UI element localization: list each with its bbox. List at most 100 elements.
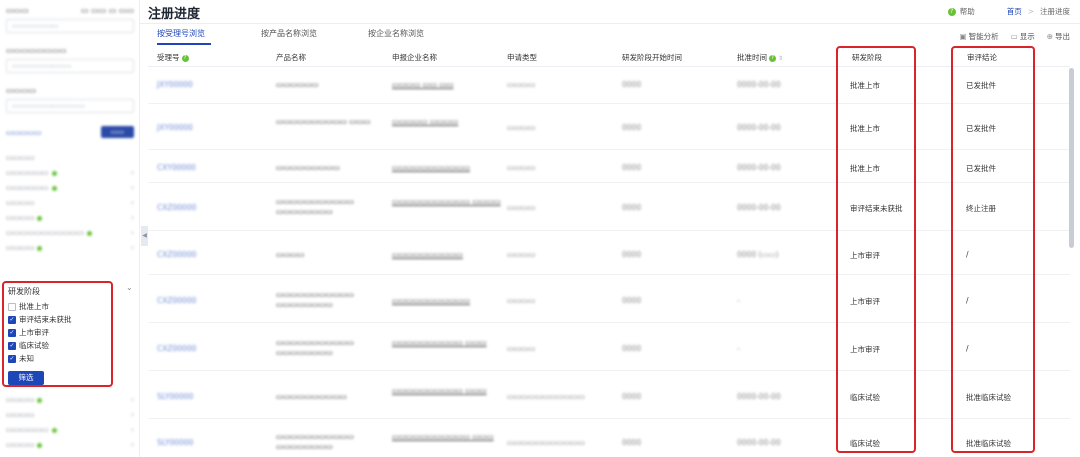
stage-start-cell: 0000: [622, 296, 642, 305]
active-tab-indicator: [157, 43, 211, 45]
stage-start-cell: 0000: [622, 250, 642, 259]
conclusion-cell: /: [966, 250, 969, 259]
table-row[interactable]: SLY00000 ▭▭▭▭▭▭▭▭▭▭▭ ▭▭▭▭▭▭▭▭ ▭▭▭▭▭▭▭▭▭▭…: [148, 419, 1070, 457]
enterprise-cell[interactable]: ▭▭▭▭▭▭▭▭▭▭: [392, 250, 502, 260]
stage-filter-title: 研发阶段: [8, 287, 40, 296]
sidebar-product-name-filter: ▭▭▭ ▭ ▭▭ ▭ ▭▭ ▭▭▭▭▭▭▭: [6, 6, 134, 33]
sidebar-collapse-icon[interactable]: ◀: [141, 226, 148, 246]
sidebar-blurred-groups: ▭▭▭▭ ▭▭▭▭▭▭ › ▭▭▭▭▭▭ › ▭▭▭▭ › ▭▭▭▭ › ▭▭▭▭▭▭▭…: [6, 150, 134, 255]
table-row[interactable]: CXZ00000 ▭▭▭▭▭▭▭▭▭▭▭ ▭▭▭▭▭▭▭▭ ▭▭▭▭▭▭▭▭▭▭…: [148, 275, 1070, 323]
enterprise-cell[interactable]: ▭▭▭▭▭▭▭▭▭▭▭ ▭▭▭: [392, 432, 502, 442]
col-accept-no[interactable]: 受理号?: [157, 52, 189, 63]
export-button[interactable]: ⊕ 导出: [1047, 31, 1070, 42]
table-row[interactable]: JXY00000 ▭▭▭▭▭▭▭▭▭▭ ▭▭▭ ▭▭▭▭▭ ▭▭▭▭ ▭▭▭▭ …: [148, 104, 1070, 150]
table-scrollbar[interactable]: [1069, 68, 1074, 248]
chevron-down-icon[interactable]: ⌄: [126, 283, 133, 292]
enterprise-cell[interactable]: ▭▭▭▭▭ ▭▭▭▭: [392, 117, 502, 127]
checkbox-icon[interactable]: [8, 302, 16, 311]
tab-by-enterprise[interactable]: 按企业名称浏览: [368, 28, 424, 39]
product-cell: ▭▭▭▭▭▭▭▭▭▭: [276, 392, 347, 401]
sidebar-group[interactable]: ▭▭▭▭ ›: [6, 195, 134, 210]
filter-button[interactable]: 筛选: [8, 371, 44, 385]
col-conclusion: 审评结论: [967, 53, 997, 62]
sidebar-accept-no-input[interactable]: ▭▭▭▭▭▭▭▭▭: [6, 59, 134, 73]
approve-time-cell: 0000 (▭▭): [737, 250, 779, 259]
sidebar-group[interactable]: ▭▭▭▭ ›: [6, 437, 134, 452]
stage-start-cell: 0000: [622, 163, 642, 172]
accept-no-cell[interactable]: CXZ00000: [157, 344, 196, 353]
checkbox-checked-icon[interactable]: ✓: [8, 328, 16, 337]
sidebar-search-button[interactable]: ▭▭: [100, 126, 134, 138]
table-header: 受理号? 产品名称 申报企业名称 申请类型 研发阶段开始时间 批准时间? ⇕ 研发…: [148, 46, 1070, 67]
sidebar-group[interactable]: ▭▭▭▭ ›: [6, 392, 134, 407]
stage-option[interactable]: 批准上市: [8, 301, 49, 312]
tab-by-product[interactable]: 按产品名称浏览: [261, 28, 317, 39]
stage-option[interactable]: ✓ 未知: [8, 353, 34, 364]
help-icon[interactable]: ?: [947, 7, 956, 16]
sidebar-group[interactable]: ▭▭▭▭▭▭ ›: [6, 165, 134, 180]
product-cell: ▭▭▭▭▭▭▭▭▭▭▭ ▭▭▭▭▭▭▭▭: [276, 290, 354, 309]
stage-cell: 批准上市: [850, 164, 880, 173]
col-approve-time[interactable]: 批准时间? ⇕: [737, 52, 783, 63]
enterprise-cell[interactable]: ▭▭▭▭▭▭▭▭▭▭▭ ▭▭▭▭: [392, 197, 502, 207]
conclusion-cell: /: [966, 296, 969, 305]
accept-no-cell[interactable]: CXZ00000: [157, 250, 196, 259]
stage-cell: 批准上市: [850, 81, 880, 90]
product-cell: ▭▭▭▭: [276, 250, 305, 259]
sidebar-product-name-input[interactable]: ▭▭▭▭▭▭▭: [6, 19, 134, 33]
breadcrumb-home[interactable]: 首页: [1007, 6, 1022, 17]
enterprise-cell[interactable]: ▭▭▭▭▭▭▭▭▭▭▭: [392, 163, 502, 173]
accept-no-cell[interactable]: CXY00000: [157, 163, 196, 172]
sidebar-group[interactable]: ▭▭▭▭ ›: [6, 210, 134, 225]
product-cell: ▭▭▭▭▭▭▭▭▭▭▭ ▭▭▭▭▭▭▭▭: [276, 432, 354, 451]
sidebar-group[interactable]: ▭▭▭▭ ›: [6, 240, 134, 255]
col-apply-type: 申请类型: [507, 53, 537, 62]
sidebar-group[interactable]: ▭▭▭▭▭▭ ›: [6, 422, 134, 437]
stage-cell: 临床试验: [850, 393, 880, 402]
enterprise-cell[interactable]: ▭▭▭▭▭▭▭▭▭▭ ▭▭▭: [392, 386, 502, 396]
accept-no-cell[interactable]: SLY00000: [157, 438, 193, 447]
enterprise-cell[interactable]: ▭▭▭▭ ▭▭ ▭▭: [392, 80, 502, 90]
sidebar-accept-no-filter: ▭▭▭▭▭▭▭▭ ▭▭▭▭▭▭▭▭▭: [6, 46, 134, 73]
tab-by-accept-no[interactable]: 按受理号浏览: [157, 28, 205, 39]
analysis-button[interactable]: ▣ 智能分析: [960, 31, 999, 42]
table-row[interactable]: SLY00000 ▭▭▭▭▭▭▭▭▭▭ ▭▭▭▭▭▭▭▭▭▭ ▭▭▭ ▭▭▭▭▭…: [148, 371, 1070, 419]
table-row[interactable]: CXZ00000 ▭▭▭▭ ▭▭▭▭▭▭▭▭▭▭ ▭▭▭▭ 0000 0000 …: [148, 231, 1070, 275]
sort-icon[interactable]: ⇕: [778, 55, 783, 62]
approve-time-cell: 0000-00-00: [737, 392, 781, 401]
checkbox-checked-icon[interactable]: ✓: [8, 354, 16, 363]
stage-option[interactable]: ✓ 临床试验: [8, 340, 49, 351]
stage-cell: 批准上市: [850, 124, 880, 133]
checkbox-checked-icon[interactable]: ✓: [8, 315, 16, 324]
enterprise-cell[interactable]: ▭▭▭▭▭▭▭▭▭▭▭: [392, 296, 502, 306]
enterprise-cell[interactable]: ▭▭▭▭▭▭▭▭▭▭ ▭▭▭: [392, 338, 502, 348]
stage-cell: 上市审评: [850, 251, 880, 260]
accept-no-cell[interactable]: JXY00000: [157, 80, 193, 89]
display-button[interactable]: ▭ 显示: [1011, 31, 1035, 42]
stage-option[interactable]: ✓ 审评结束未获批: [8, 314, 72, 325]
conclusion-cell: 批准临床试验: [966, 439, 1011, 448]
accept-no-cell[interactable]: CXZ00000: [157, 296, 196, 305]
accept-no-cell[interactable]: JXY00000: [157, 123, 193, 132]
question-icon[interactable]: ?: [181, 54, 189, 62]
conclusion-cell: 终止注册: [966, 204, 996, 213]
sidebar-group[interactable]: ▭▭▭▭▭▭ ›: [6, 180, 134, 195]
help-link[interactable]: 帮助: [960, 6, 975, 17]
accept-no-cell[interactable]: CXZ00000: [157, 203, 196, 212]
apply-type-cell: ▭▭▭▭: [507, 163, 536, 172]
sidebar-enterprise-input[interactable]: ▭▭▭▭▭▭▭▭▭▭▭: [6, 99, 134, 113]
table-row[interactable]: CXY00000 ▭▭▭▭▭▭▭▭▭ ▭▭▭▭▭▭▭▭▭▭▭ ▭▭▭▭ 0000…: [148, 150, 1070, 183]
product-cell: ▭▭▭▭▭▭: [276, 80, 319, 89]
stage-option[interactable]: ✓ 上市审评: [8, 327, 49, 338]
sidebar-advanced-link[interactable]: ▭▭▭▭▭: [6, 128, 41, 137]
stage-cell: 临床试验: [850, 439, 880, 448]
table-row[interactable]: JXY00000 ▭▭▭▭▭▭ ▭▭▭▭ ▭▭ ▭▭ ▭▭▭▭ 0000 000…: [148, 67, 1070, 104]
checkbox-checked-icon[interactable]: ✓: [8, 341, 16, 350]
accept-no-cell[interactable]: SLY00000: [157, 392, 193, 401]
approve-time-cell: -: [737, 296, 740, 305]
question-icon[interactable]: ?: [769, 54, 776, 62]
table-row[interactable]: CXZ00000 ▭▭▭▭▭▭▭▭▭▭▭ ▭▭▭▭▭▭▭▭ ▭▭▭▭▭▭▭▭▭▭…: [148, 183, 1070, 231]
sidebar-group[interactable]: ▭▭▭▭▭▭▭▭▭▭▭ ›: [6, 225, 134, 240]
table-row[interactable]: CXZ00000 ▭▭▭▭▭▭▭▭▭▭▭ ▭▭▭▭▭▭▭▭ ▭▭▭▭▭▭▭▭▭▭…: [148, 323, 1070, 371]
sidebar-group[interactable]: ▭▭▭▭ ›: [6, 407, 134, 422]
